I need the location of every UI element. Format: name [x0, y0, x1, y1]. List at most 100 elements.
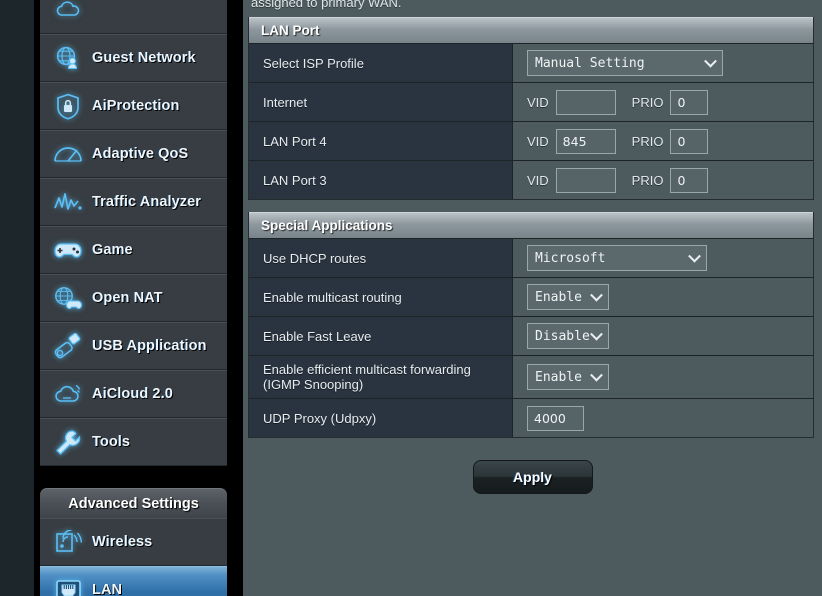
- multicast-routing-select[interactable]: Enable: [527, 284, 609, 310]
- sidebar-item-adaptive-qos[interactable]: Adaptive QoS: [40, 130, 227, 178]
- sidebar-item-label: Game: [92, 242, 133, 258]
- chevron-down-icon: [704, 54, 717, 68]
- router-admin-screen: Guest Network AiProtection Adaptive QoS …: [0, 0, 822, 596]
- intro-text: assigned to primary WAN.: [251, 0, 402, 10]
- select-value: Microsoft: [535, 250, 606, 266]
- table-row: Enable efficient multicast forwarding (I…: [249, 355, 813, 398]
- chevron-down-icon: [590, 327, 603, 341]
- special-applications-panel-header: Special Applications: [249, 212, 813, 238]
- row-label: Internet: [249, 83, 513, 121]
- vid-label: VID: [527, 172, 549, 188]
- sidebar-item-label: USB Application: [92, 338, 207, 354]
- cloud-partial-icon: [50, 0, 86, 27]
- sidebar-item-guest-network[interactable]: Guest Network: [40, 34, 227, 82]
- select-value: Enable: [535, 289, 582, 305]
- igmp-snooping-select[interactable]: Enable: [527, 364, 609, 390]
- row-label: Enable multicast routing: [249, 278, 513, 316]
- gamepad-icon: [50, 233, 86, 267]
- table-row: Enable Fast Leave Disable: [249, 316, 813, 355]
- row-label: LAN Port 4: [249, 122, 513, 160]
- globe-users-icon: [50, 41, 86, 75]
- internet-vid-input[interactable]: [555, 89, 616, 115]
- sidebar-item-label: Adaptive QoS: [92, 146, 189, 162]
- row-control: [513, 399, 813, 437]
- row-control: Microsoft: [513, 239, 813, 277]
- prio-label: PRIO: [631, 94, 664, 110]
- row-label: UDP Proxy (Udpxy): [249, 399, 513, 437]
- row-control: Enable: [513, 278, 813, 316]
- prio-label: PRIO: [631, 172, 664, 188]
- udp-proxy-input[interactable]: [527, 405, 584, 431]
- panel-title: LAN Port: [261, 23, 320, 38]
- table-row: LAN Port 3 VID PRIO: [249, 160, 813, 199]
- globe-gamepad-icon: [50, 281, 86, 315]
- table-row: Enable multicast routing Enable: [249, 277, 813, 316]
- vid-label: VID: [527, 94, 549, 110]
- lan-port-3-vid-input[interactable]: [555, 167, 616, 193]
- wrench-icon: [50, 425, 86, 459]
- select-value: Disable: [535, 328, 590, 344]
- wireless-signal-icon: [50, 525, 86, 559]
- sidebar-item-label: Open NAT: [92, 290, 163, 306]
- sidebar-navigation: Guest Network AiProtection Adaptive QoS …: [40, 0, 227, 596]
- sidebar-item-label: Guest Network: [92, 50, 196, 66]
- sidebar-item-label: Wireless: [92, 534, 153, 550]
- chevron-down-icon: [590, 288, 603, 302]
- lan-port-4-vid-input[interactable]: [555, 128, 616, 154]
- apply-button[interactable]: Apply: [472, 460, 593, 494]
- table-row: Internet VID PRIO: [249, 82, 813, 121]
- lan-port-panel: LAN Port Select ISP Profile Manual Setti…: [248, 17, 814, 200]
- row-label: Use DHCP routes: [249, 239, 513, 277]
- advanced-settings-label: Advanced Settings: [68, 495, 199, 512]
- table-row: Select ISP Profile Manual Setting: [249, 43, 813, 82]
- sidebar-item-wireless[interactable]: Wireless: [40, 518, 227, 566]
- lan-port-panel-header: LAN Port: [249, 17, 813, 43]
- lan-port-4-prio-input[interactable]: [670, 128, 709, 154]
- waveform-icon: [50, 185, 86, 219]
- row-label: Enable efficient multicast forwarding (I…: [249, 356, 513, 398]
- sidebar-general-group: Guest Network AiProtection Adaptive QoS …: [40, 0, 227, 476]
- row-control: Manual Setting: [513, 44, 813, 82]
- table-row: UDP Proxy (Udpxy): [249, 398, 813, 437]
- apply-button-row: Apply: [243, 460, 822, 494]
- dhcp-routes-select[interactable]: Microsoft: [527, 245, 707, 271]
- row-control: Disable: [513, 317, 813, 355]
- row-label: Enable Fast Leave: [249, 317, 513, 355]
- sidebar-item-label: AiCloud 2.0: [92, 386, 173, 402]
- shield-lock-icon: [50, 89, 86, 123]
- usb-icon: [50, 329, 86, 363]
- row-control: VID PRIO: [513, 122, 813, 160]
- sidebar-item-game[interactable]: Game: [40, 226, 227, 274]
- special-applications-panel: Special Applications Use DHCP routes Mic…: [248, 212, 814, 438]
- isp-profile-select[interactable]: Manual Setting: [527, 50, 723, 76]
- internet-prio-input[interactable]: [670, 89, 709, 115]
- sidebar-item-traffic-analyzer[interactable]: Traffic Analyzer: [40, 178, 227, 226]
- left-rail: [0, 0, 34, 596]
- table-row: LAN Port 4 VID PRIO: [249, 121, 813, 160]
- sidebar-item-aiprotection[interactable]: AiProtection: [40, 82, 227, 130]
- panel-title: Special Applications: [261, 218, 393, 233]
- lan-port-icon: [50, 573, 86, 596]
- sidebar-item-aicloud[interactable]: AiCloud 2.0: [40, 370, 227, 418]
- sidebar-item-partial-top[interactable]: [40, 0, 227, 34]
- lan-port-3-prio-input[interactable]: [670, 167, 709, 193]
- vid-label: VID: [527, 133, 549, 149]
- sidebar-item-tools[interactable]: Tools: [40, 418, 227, 466]
- row-label: LAN Port 3: [249, 161, 513, 199]
- sidebar-advanced-settings-header: Advanced Settings: [40, 488, 227, 518]
- main-content: assigned to primary WAN. LAN Port Select…: [243, 0, 822, 596]
- sidebar-item-label: LAN: [92, 582, 123, 596]
- row-label: Select ISP Profile: [249, 44, 513, 82]
- row-control: VID PRIO: [513, 83, 813, 121]
- sidebar-item-lan[interactable]: LAN: [40, 566, 227, 596]
- sidebar-item-label: Traffic Analyzer: [92, 194, 202, 210]
- cloud-icon: [50, 377, 86, 411]
- sidebar-advanced-group: Wireless LAN: [40, 518, 227, 596]
- sidebar-item-open-nat[interactable]: Open NAT: [40, 274, 227, 322]
- fast-leave-select[interactable]: Disable: [527, 323, 609, 349]
- sidebar-item-usb-application[interactable]: USB Application: [40, 322, 227, 370]
- row-control: VID PRIO: [513, 161, 813, 199]
- chevron-down-icon: [688, 249, 701, 263]
- prio-label: PRIO: [631, 133, 664, 149]
- speedometer-icon: [50, 137, 86, 171]
